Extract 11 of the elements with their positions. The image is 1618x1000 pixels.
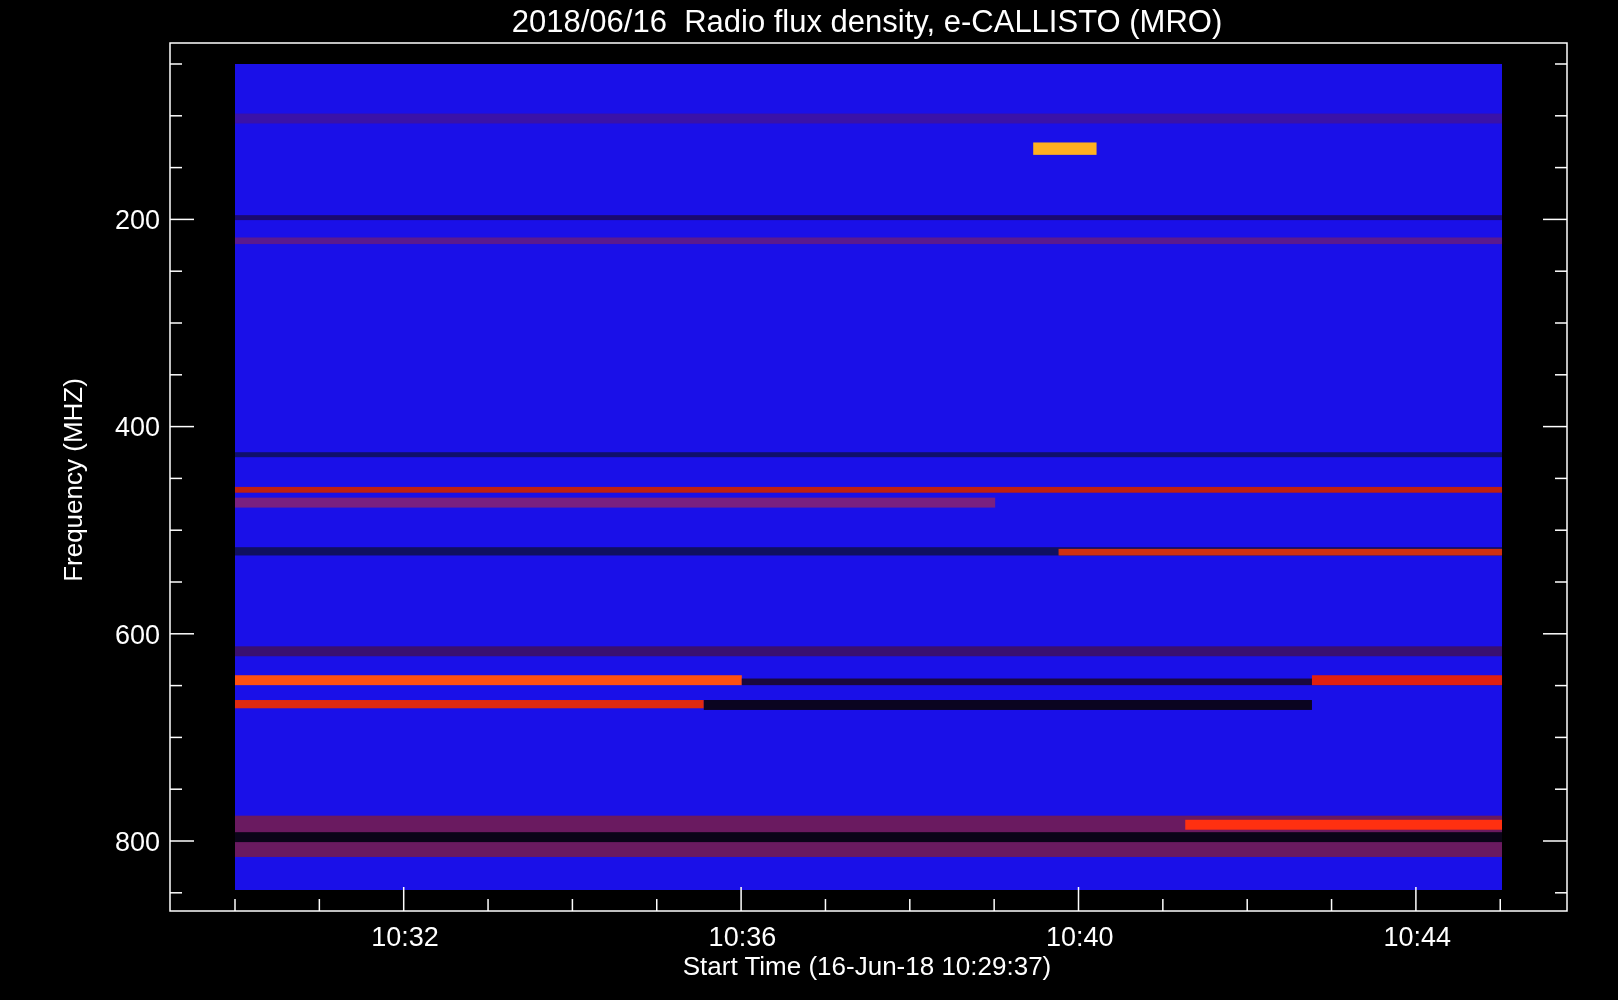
x-axis-label: Start Time (16-Jun-18 10:29:37) [682,951,1052,981]
y-tick-label: 800 [114,826,160,857]
y-axis-label: Frequency (MHZ) [58,378,88,582]
chart-title: 2018/06/16 Radio flux density, e-CALLISTO (MRO) [511,4,1223,39]
x-tick-label: 10:44 [1383,922,1451,952]
x-tick-label: 10:40 [1046,922,1114,952]
x-tick-label: 10:32 [371,922,439,952]
y-tick-label: 600 [114,619,160,650]
y-tick-label: 200 [114,205,160,235]
x-tick-label: 10:36 [708,922,777,952]
y-tick-label: 400 [114,412,160,443]
